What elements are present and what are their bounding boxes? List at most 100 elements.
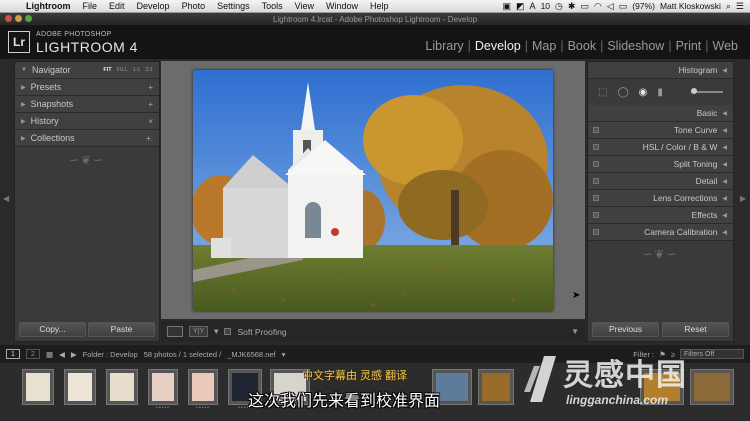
filmstrip-thumb[interactable] <box>64 369 96 405</box>
panel-switch-icon[interactable] <box>593 195 599 201</box>
forward-arrow-icon[interactable]: ▶ <box>71 350 77 359</box>
filmstrip-thumb[interactable] <box>106 369 138 405</box>
effects-header[interactable]: Effects ◀ <box>588 207 733 224</box>
zoom-fill[interactable]: FILL <box>117 67 128 73</box>
crop-tool-icon[interactable]: ⬚ <box>598 87 607 98</box>
primary-window-button[interactable]: 1 <box>6 349 20 359</box>
filmstrip-thumb[interactable]: ••••• <box>148 369 178 411</box>
selected-filename[interactable]: _MJK6568.nef <box>227 350 275 359</box>
history-header[interactable]: ▶ History × <box>15 113 159 130</box>
module-web[interactable]: Web <box>709 39 742 53</box>
menu-window[interactable]: Window <box>320 1 364 11</box>
soft-proofing-label[interactable]: Soft Proofing <box>237 327 286 337</box>
effects-label: Effects <box>691 210 718 220</box>
filter-preset-select[interactable]: Filters Off <box>680 349 744 359</box>
menu-file[interactable]: File <box>77 1 104 11</box>
secondary-window-button[interactable]: 2 <box>26 349 40 359</box>
soft-proofing-checkbox[interactable] <box>224 328 232 335</box>
filmstrip-thumb[interactable] <box>478 369 514 405</box>
before-after-dropdown-icon[interactable]: ▾ <box>214 326 218 337</box>
battery-icon[interactable]: ▭ <box>619 1 628 12</box>
snapshots-header[interactable]: ▶ Snapshots + <box>15 96 159 113</box>
panel-end-ornament: ∽❦∽ <box>68 153 106 167</box>
menu-develop[interactable]: Develop <box>131 1 176 11</box>
panel-switch-icon[interactable] <box>593 212 599 218</box>
photo-church-autumn[interactable] <box>193 70 553 311</box>
minimize-window-icon[interactable] <box>15 15 22 22</box>
window-title-bar: Lightroom 4.lrcat - Adobe Photoshop Ligh… <box>0 13 750 25</box>
back-arrow-icon[interactable]: ◀ <box>59 350 65 359</box>
user-name[interactable]: Matt Kloskowski <box>660 1 721 11</box>
add-snapshot-button[interactable]: + <box>148 100 153 109</box>
status-icon[interactable]: ▣ <box>503 1 512 12</box>
grid-view-icon[interactable]: ▦ <box>46 350 53 359</box>
navigator-header[interactable]: ▼ Navigator FIT FILL 1:1 3:1 <box>15 62 159 79</box>
add-collection-button[interactable]: +. <box>146 134 153 143</box>
right-panel-toggle-icon[interactable]: ▶ <box>740 194 746 203</box>
split-toning-header[interactable]: Split Toning ◀ <box>588 156 733 173</box>
menu-app[interactable]: Lightroom <box>20 1 77 11</box>
tone-curve-header[interactable]: Tone Curve ◀ <box>588 122 733 139</box>
filmstrip-thumb[interactable] <box>22 369 54 405</box>
panel-switch-icon[interactable] <box>593 144 599 150</box>
search-icon[interactable]: ⌕ <box>726 1 731 12</box>
wifi-icon[interactable]: ◠ <box>594 1 602 12</box>
history-label: History <box>30 116 59 126</box>
loupe-view-button[interactable] <box>167 326 183 337</box>
menu-photo[interactable]: Photo <box>176 1 212 11</box>
paste-button[interactable]: Paste <box>88 321 155 337</box>
adobe-icon[interactable]: A <box>530 1 536 11</box>
module-library[interactable]: Library <box>421 39 467 53</box>
previous-button[interactable]: Previous <box>592 321 659 337</box>
module-map[interactable]: Map <box>528 39 560 53</box>
menu-tools[interactable]: Tools <box>256 1 289 11</box>
copy-button[interactable]: Copy... <box>19 321 86 337</box>
detail-header[interactable]: Detail ◀ <box>588 173 733 190</box>
presets-header[interactable]: ▶ Presets + <box>15 79 159 96</box>
module-print[interactable]: Print <box>672 39 706 53</box>
toolbar-content-dropdown-icon[interactable]: ▼ <box>571 327 579 336</box>
red-eye-tool-icon[interactable]: ◉ <box>639 87 648 98</box>
basic-header[interactable]: Basic ◀ <box>588 105 733 122</box>
filmstrip-thumb[interactable] <box>690 369 734 405</box>
left-panel-toggle-icon[interactable]: ◀ <box>3 194 9 203</box>
monitor-icon[interactable]: ▭ <box>580 1 589 12</box>
source-folder[interactable]: Folder : Develop <box>83 350 138 359</box>
spot-removal-tool-icon[interactable]: ◯ <box>617 87 628 98</box>
zoom-fit[interactable]: FIT <box>103 67 111 73</box>
panel-switch-icon[interactable] <box>593 161 599 167</box>
panel-switch-icon[interactable] <box>593 127 599 133</box>
clear-history-button[interactable]: × <box>148 117 153 126</box>
before-after-button[interactable]: Y|Y <box>189 326 209 337</box>
hsl-header[interactable]: HSL / Color / B & W ◀ <box>588 139 733 156</box>
image-view[interactable] <box>161 61 585 319</box>
adjustment-brush-icon[interactable] <box>691 88 723 94</box>
module-develop[interactable]: Develop <box>471 39 525 53</box>
collections-header[interactable]: ▶ Collections +. <box>15 130 159 147</box>
menu-view[interactable]: View <box>289 1 320 11</box>
menu-edit[interactable]: Edit <box>103 1 131 11</box>
list-icon[interactable]: ☰ <box>736 1 744 12</box>
module-slideshow[interactable]: Slideshow <box>603 39 668 53</box>
menu-settings[interactable]: Settings <box>211 1 256 11</box>
bluetooth-icon[interactable]: ✱ <box>568 1 576 12</box>
volume-icon[interactable]: ◁ <box>607 1 614 12</box>
panel-switch-icon[interactable] <box>593 229 599 235</box>
filename-dropdown-icon[interactable]: ▾ <box>282 350 286 359</box>
zoom-1-1[interactable]: 1:1 <box>133 67 141 73</box>
clock-icon[interactable]: ◷ <box>555 1 563 12</box>
add-preset-button[interactable]: + <box>148 83 153 92</box>
camera-calibration-header[interactable]: Camera Calibration ◀ <box>588 224 733 241</box>
menu-extra-icon[interactable]: ◩ <box>516 1 525 12</box>
reset-button[interactable]: Reset <box>662 321 729 337</box>
lens-corrections-header[interactable]: Lens Corrections ◀ <box>588 190 733 207</box>
module-book[interactable]: Book <box>564 39 601 53</box>
menu-help[interactable]: Help <box>364 1 395 11</box>
panel-switch-icon[interactable] <box>593 178 599 184</box>
close-window-icon[interactable] <box>5 15 12 22</box>
graduated-filter-icon[interactable]: ▮ <box>657 87 663 98</box>
zoom-3-1[interactable]: 3:1 <box>145 67 153 73</box>
zoom-window-icon[interactable] <box>25 15 32 22</box>
filmstrip-thumb[interactable]: ••••• <box>188 369 218 411</box>
histogram-header[interactable]: Histogram ◀ <box>588 62 733 79</box>
